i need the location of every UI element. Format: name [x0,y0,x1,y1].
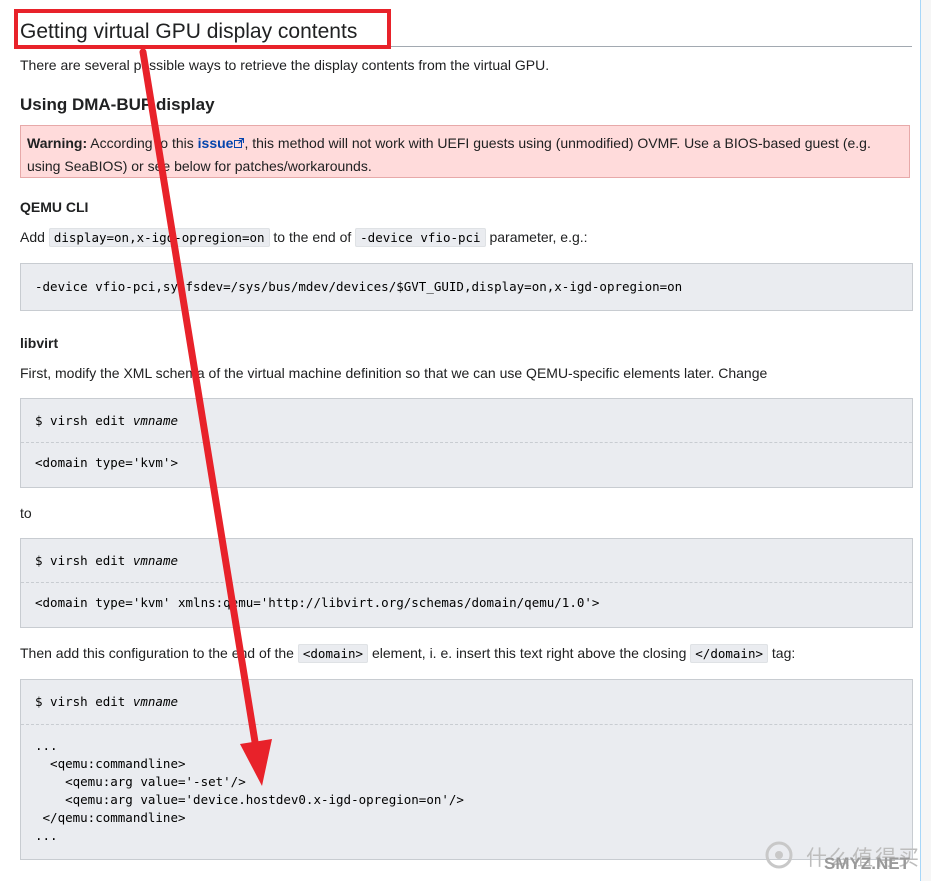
wiki-page: Getting virtual GPU display contents The… [0,0,921,881]
domain-close-code: </domain> [690,644,768,663]
virsh-prompt: $ virsh edit [35,694,133,709]
watermark: 什么值得买 SMYZ.NET [764,838,924,874]
warning-text-after: , this method will not work with UEFI gu… [244,135,871,151]
mid-text: to the end of [273,229,352,245]
qemu-example-line: -device vfio-pci,sysfsdev=/sys/bus/mdev/… [35,279,683,294]
device-vfio-code: -device vfio-pci [355,228,486,247]
config-line: <qemu:commandline> [35,756,186,771]
para2-before: Then add this configuration to the end o… [20,645,294,661]
domain-xmlns-line: <domain type='kvm' xmlns:qemu='http://li… [35,595,600,610]
watermark-logo-icon [765,841,793,869]
vmname-arg: vmname [132,413,178,428]
warning-line2: using SeaBIOS) or see below for patches/… [27,158,372,174]
display-param-code: display=on,x-igd-opregion=on [48,228,270,247]
annotation-highlight-box [14,9,391,49]
to-text: to [20,505,32,521]
virsh-block-1: $ virsh edit vmname <domain type='kvm'> [20,398,913,488]
virsh-block-2: $ virsh edit vmname <domain type='kvm' x… [20,538,913,628]
qemu-example-block: -device vfio-pci,sysfsdev=/sys/bus/mdev/… [20,263,913,311]
vmname-arg: vmname [132,694,178,709]
virsh-prompt: $ virsh edit [35,553,133,568]
end-text: parameter, e.g.: [489,229,588,245]
config-line: <qemu:arg value='device.hostdev0.x-igd-o… [35,792,464,807]
issue-link[interactable]: issue [198,135,234,151]
virsh-prompt: $ virsh edit [35,413,133,428]
para2-end: tag: [771,645,796,661]
dmabuf-heading: Using DMA-BUF display [20,95,215,114]
warning-box: Warning: According to this issue , this m… [20,125,910,178]
vmname-arg: vmname [132,553,178,568]
watermark-en: SMYZ.NET [824,854,910,873]
domain-line: <domain type='kvm'> [35,455,178,470]
libvirt-paragraph: First, modify the XML schema of the virt… [20,365,768,381]
warning-label: Warning: [27,135,88,151]
libvirt-heading: libvirt [20,335,59,351]
config-line: ... [35,738,58,753]
then-add-paragraph: Then add this configuration to the end o… [20,642,795,665]
config-line: </qemu:commandline> [35,810,186,825]
domain-open-code: <domain> [297,644,369,663]
para2-mid: element, i. e. insert this text right ab… [371,645,687,661]
add-text: Add [20,229,45,245]
config-line: <qemu:arg value='-set'/> [35,774,246,789]
warning-text-before: According to this [87,135,198,151]
virsh-block-3: $ virsh edit vmname ... <qemu:commandlin… [20,679,913,860]
intro-paragraph: There are several possible ways to retri… [20,57,550,73]
qemu-cli-heading: QEMU CLI [20,199,89,215]
qemu-cli-paragraph: Add display=on,x-igd-opregion=on to the … [20,226,588,249]
external-link-icon [234,138,245,148]
